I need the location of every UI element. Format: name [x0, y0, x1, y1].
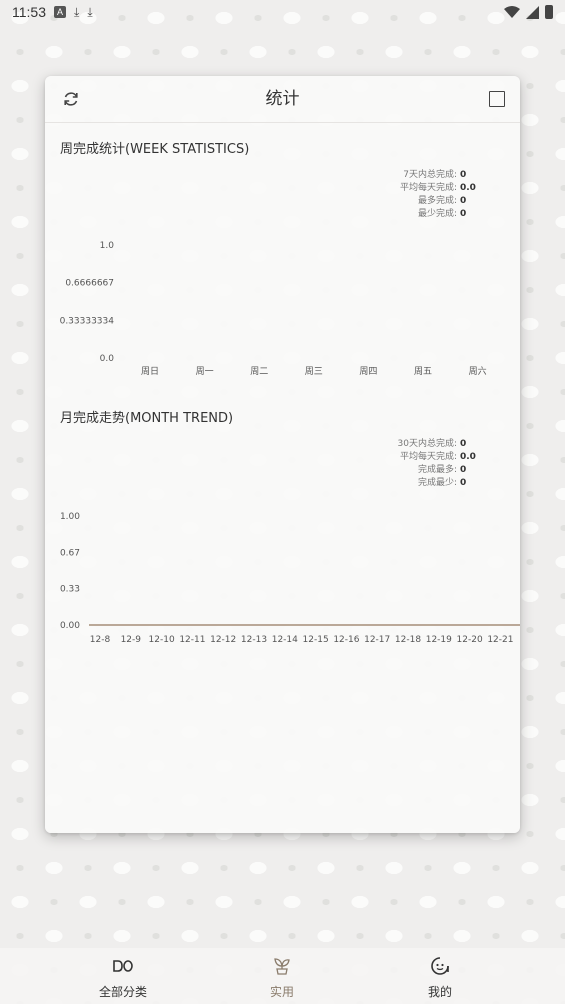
x-tick-label: 12-20	[457, 635, 483, 645]
signal-icon	[526, 5, 539, 19]
x-tick-label: 12-9	[121, 635, 142, 645]
status-time: 11:53	[12, 4, 46, 20]
statistics-card: 统计 周完成统计(WEEK STATISTICS) 7天内总完成: 0 平均每天…	[45, 76, 520, 833]
wifi-icon	[504, 5, 520, 18]
x-tick-label: 12-16	[333, 635, 359, 645]
status-left: 11:53 A ⤓ ⤓	[12, 4, 93, 20]
x-tick-label: 12-13	[241, 635, 267, 645]
x-tick-label: 12-8	[90, 635, 111, 645]
bottom-nav: 全部分类 实用 我的	[0, 948, 565, 1004]
x-tick-label: 12-17	[364, 635, 390, 645]
x-tick-label: 12-21	[487, 635, 513, 645]
nav-label: 全部分类	[98, 985, 147, 999]
x-tick-label: 12-11	[179, 635, 205, 645]
y-tick-label: 1.00	[60, 512, 80, 522]
status-right	[504, 5, 553, 19]
y-tick-label: 0.00	[60, 621, 80, 631]
x-tick-label: 12-10	[149, 635, 175, 645]
month-line-chart: 1.00 0.67 0.33 0.00 12-8 12-9 12-10 12-11 12-12 1…	[60, 512, 520, 645]
x-tick-label: 12-19	[426, 635, 452, 645]
nav-label: 我的	[427, 985, 452, 999]
nav-item-useful[interactable]: 实用	[222, 948, 342, 1004]
nav-item-mine[interactable]: 我的	[380, 948, 500, 1004]
nav-label: 实用	[269, 985, 294, 999]
y-tick-label: 0.33	[60, 585, 80, 595]
battery-icon	[545, 5, 553, 19]
x-tick-label: 12-14	[272, 635, 298, 645]
download-icon: ⤓	[74, 4, 80, 19]
y-tick-label: 0.67	[60, 548, 80, 558]
nav-item-categories[interactable]: 全部分类	[63, 948, 183, 1004]
x-tick-label: 12-18	[395, 635, 421, 645]
sprout-icon	[272, 956, 292, 976]
face-icon	[430, 956, 450, 976]
x-tick-label: 12-15	[303, 635, 329, 645]
x-tick-label: 12-12	[210, 635, 236, 645]
status-bar: 11:53 A ⤓ ⤓	[0, 0, 565, 24]
a-badge-icon: A	[54, 6, 66, 18]
categories-icon	[112, 956, 134, 976]
download-icon: ⤓	[87, 4, 93, 19]
